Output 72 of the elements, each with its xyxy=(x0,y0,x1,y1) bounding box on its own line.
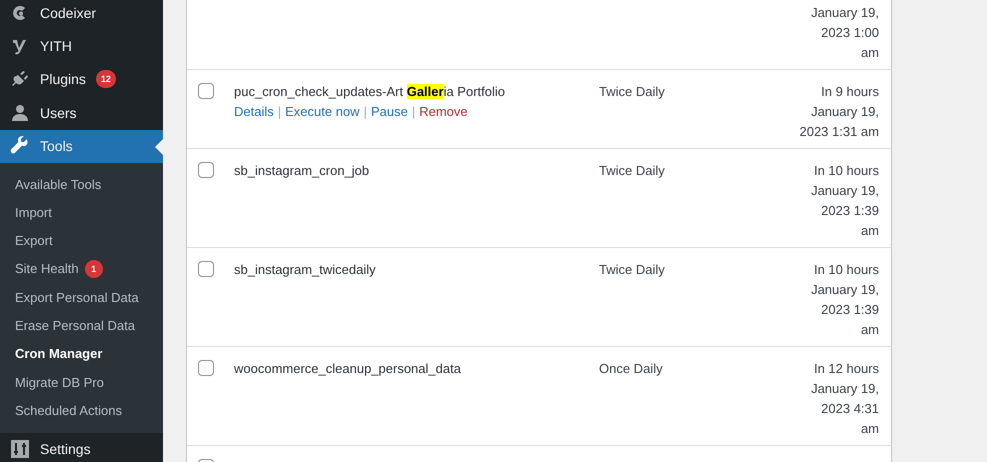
settings-icon xyxy=(10,439,30,460)
menu-label: Users xyxy=(40,104,77,121)
user-icon xyxy=(10,102,30,123)
menu-item[interactable]: YITH xyxy=(0,29,163,63)
next-run-text: 2023 1:39 xyxy=(821,301,879,319)
next-run-text: January 19, xyxy=(811,182,879,200)
menu-item[interactable]: Users xyxy=(0,96,163,130)
next-run-text: In 10 hours xyxy=(814,162,879,180)
row-action-link[interactable]: Details xyxy=(234,102,274,122)
menu-label: Tools xyxy=(40,138,73,154)
next-run-text: January 19, xyxy=(811,281,879,299)
submenu-label: Site Health xyxy=(15,261,79,276)
submenu-item[interactable]: Available Tools xyxy=(0,170,163,198)
schedule-text: Twice Daily xyxy=(599,84,665,99)
next-run-text: In 9 hours xyxy=(821,83,879,101)
submenu-label: Export Personal Data xyxy=(15,290,139,305)
menu-label: Plugins xyxy=(40,71,86,88)
submenu-label: Erase Personal Data xyxy=(15,318,135,334)
hook-name: puc_cron_check_updates-Art Galleria Portfolio xyxy=(234,84,505,99)
row-action-link[interactable]: Remove xyxy=(419,102,468,122)
submenu-label: Scheduled Actions xyxy=(15,402,122,418)
menu-item[interactable]: Plugins 12 xyxy=(0,62,163,96)
menu-item[interactable]: Settings xyxy=(0,432,163,462)
submenu-item[interactable]: Export xyxy=(0,226,163,255)
next-run-text: January 19, xyxy=(811,380,879,398)
schedule-text: Twice Daily xyxy=(599,163,665,178)
submenu-label: Migrate DB Pro xyxy=(15,374,104,390)
next-run-text: 2023 1:00 xyxy=(821,24,879,42)
next-run-text: In 12 hours xyxy=(814,360,879,378)
next-run-text: 2023 4:31 xyxy=(821,400,879,418)
submenu-item[interactable]: Scheduled Actions xyxy=(0,396,163,425)
wrench-icon xyxy=(10,136,30,156)
hook-name: sb_instagram_twicedaily xyxy=(234,262,376,277)
next-run-text: 2023 1:31 am xyxy=(799,123,879,141)
menu-label: YITH xyxy=(40,38,72,54)
row-checkbox[interactable] xyxy=(198,261,214,277)
schedule-text: Once Daily xyxy=(599,361,663,376)
count-badge: 1 xyxy=(84,260,103,278)
hook-name: woocommerce_cleanup_personal_data xyxy=(234,361,461,376)
count-badge: 12 xyxy=(96,70,116,88)
row-action-link[interactable]: Execute now xyxy=(285,102,360,122)
separator: | xyxy=(364,103,367,121)
next-run-text: am xyxy=(860,420,879,438)
menu-item[interactable]: Tools xyxy=(0,130,163,163)
row-action-link[interactable]: Pause xyxy=(370,102,408,122)
next-run-text: January 19, xyxy=(811,103,879,121)
submenu-label: Available Tools xyxy=(15,176,102,192)
submenu-item[interactable]: Site Health 1 xyxy=(0,254,163,284)
submenu-item[interactable]: Cron Manager xyxy=(0,340,163,368)
submenu-item[interactable]: Erase Personal Data xyxy=(0,311,163,340)
next-run-text: 2023 1:39 xyxy=(821,202,879,220)
menu-label: Settings xyxy=(40,441,91,458)
next-run-text: In 10 hours xyxy=(814,261,879,279)
submenu-label: Import xyxy=(15,204,52,220)
separator: | xyxy=(278,103,282,121)
menu-item[interactable]: Codeixer xyxy=(0,0,163,30)
submenu-label: Cron Manager xyxy=(15,346,102,362)
next-run-text: am xyxy=(860,222,879,240)
schedule-text: Twice Daily xyxy=(599,262,665,277)
row-checkbox[interactable] xyxy=(198,360,214,376)
submenu-label: Export xyxy=(15,233,53,248)
submenu-item[interactable]: Migrate DB Pro xyxy=(0,368,163,396)
submenu-item[interactable]: Export Personal Data xyxy=(0,283,163,312)
separator: | xyxy=(412,103,416,121)
menu-label: Codeixer xyxy=(40,4,96,21)
next-run-text: am xyxy=(860,321,879,339)
row-checkbox[interactable] xyxy=(198,162,214,178)
next-run-text: January 19, xyxy=(811,4,879,22)
next-run-text: am xyxy=(860,44,879,62)
row-checkbox[interactable] xyxy=(198,83,214,99)
hook-name: sb_instagram_cron_job xyxy=(234,163,370,178)
submenu-item[interactable]: Import xyxy=(0,198,163,227)
